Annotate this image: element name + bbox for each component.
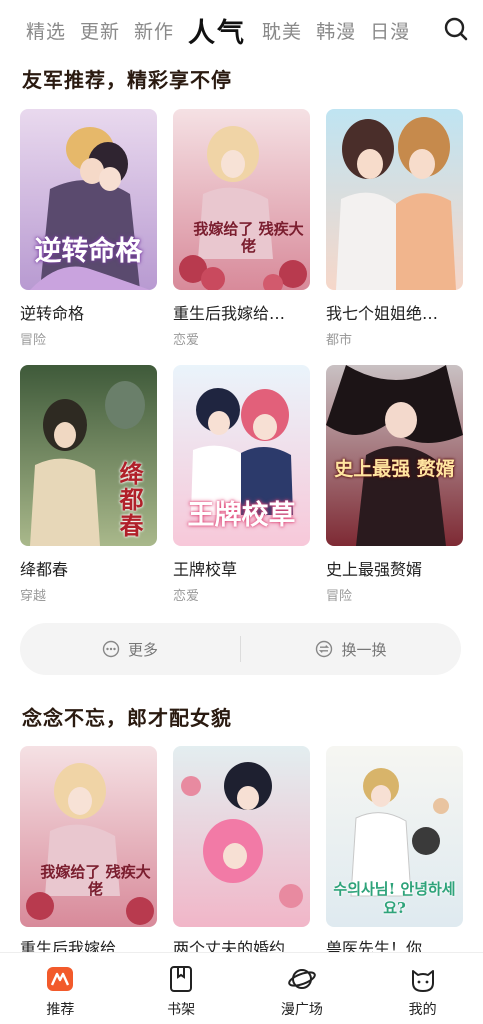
cover-title-text: 史上最强 赘婿 [334,458,455,480]
comic-card[interactable]: 史上最强 赘婿 史上最强赘婿 冒险 [326,365,463,604]
bottom-nav: 推荐 书架 漫广场 我的 [0,952,483,1024]
cover-title-text: 绛都春 [119,459,144,540]
profile-cat-icon [411,970,434,992]
nav-label: 书架 [167,1002,196,1018]
comic-card[interactable]: 两个丈夫的婚约 [173,746,310,959]
cover-title-text: 수의사님! 안녕하세요? [333,880,456,917]
comic-genre: 穿越 [20,589,47,604]
cover-title-text: 我嫁给了 残疾大佬 [40,863,151,898]
comic-genre: 恋爱 [173,589,200,604]
comic-cover[interactable] [173,746,310,927]
nav-label: 我的 [408,1002,437,1018]
comic-card[interactable]: 逆转命格 逆转命格 冒险 [20,109,157,348]
comic-title: 重生后我嫁给… [173,304,286,323]
comic-cover[interactable]: 수의사님! 안녕하세요? [326,746,463,927]
swap-icon [316,640,333,658]
more-button[interactable]: 更多 [20,639,240,660]
comic-cover[interactable]: 王牌校草 [173,365,310,546]
comic-title: 逆转命格 [20,304,85,323]
tab-featured[interactable]: 精选 [26,17,66,44]
comic-genre: 冒险 [326,589,353,604]
tab-new[interactable]: 新作 [134,17,174,44]
comic-genre: 都市 [326,333,353,348]
comic-cover[interactable]: 我嫁给了 残疾大佬 [173,109,310,290]
nav-bookshelf[interactable]: 书架 [121,953,242,1024]
comic-card[interactable]: 我七个姐姐绝… 都市 [326,109,463,348]
comic-card[interactable]: 王牌校草 王牌校草 恋爱 [173,365,310,604]
comic-cover[interactable]: 逆转命格 [20,109,157,290]
recommend-icon [47,967,74,991]
recommend-grid: 逆转命格 逆转命格 冒险 我嫁给了 残疾大佬 重生后我嫁给… 恋爱 我七个姐姐绝… [20,109,464,604]
top-tab-bar: 精选 更新 新作 人气 耽美 韩漫 日漫 [0,0,483,60]
more-label: 更多 [127,640,158,659]
section-title-recommend: 友军推荐，精彩享不停 [20,68,234,93]
refresh-button[interactable]: 换一换 [241,639,461,660]
comic-genre: 冒险 [20,333,47,348]
comic-genre: 恋爱 [173,333,200,348]
more-dots-icon [102,640,120,658]
cover-title-text: 王牌校草 [187,500,296,531]
comic-cover[interactable] [326,109,463,290]
comic-cover[interactable]: 史上最强 赘婿 [326,365,463,546]
nav-recommend[interactable]: 推荐 [0,953,121,1024]
tab-updates[interactable]: 更新 [80,17,120,44]
tab-korean[interactable]: 韩漫 [316,17,356,44]
search-icon[interactable] [443,16,469,42]
cover-title-text: 逆转命格 [34,236,143,267]
comic-title: 史上最强赘婿 [326,560,423,579]
comic-card[interactable]: 绛都春 绛都春 穿越 [20,365,157,604]
cover-title-text: 我嫁给了 残疾大佬 [193,220,304,255]
tab-japanese[interactable]: 日漫 [370,17,410,44]
nav-plaza[interactable]: 漫广场 [242,953,363,1024]
more-refresh-bar: 更多 换一换 [20,623,461,675]
romance-grid: 我嫁给了 残疾大佬 重生后我嫁给… 两个丈夫的婚约 수의사님! 안녕하세요? 兽… [20,746,464,959]
nav-label: 漫广场 [280,1002,323,1018]
comic-card[interactable]: 我嫁给了 残疾大佬 重生后我嫁给… 恋爱 [173,109,310,348]
section-title-romance: 念念不忘，郎才配女貌 [20,706,234,731]
comic-title: 王牌校草 [173,560,238,579]
planet-icon [288,969,316,989]
comic-title: 我七个姐姐绝… [326,304,439,323]
tab-bl[interactable]: 耽美 [262,17,302,44]
comic-cover[interactable]: 我嫁给了 残疾大佬 [20,746,157,927]
bookshelf-icon [170,966,193,992]
comic-title: 绛都春 [20,560,69,579]
nav-label: 推荐 [46,1002,75,1018]
comic-cover[interactable]: 绛都春 [20,365,157,546]
tab-popular[interactable]: 人气 [188,11,246,50]
nav-profile[interactable]: 我的 [362,953,483,1024]
comic-card[interactable]: 수의사님! 안녕하세요? 兽医先生！你… [326,746,463,959]
refresh-label: 换一换 [341,640,387,659]
comic-card[interactable]: 我嫁给了 残疾大佬 重生后我嫁给… [20,746,157,959]
